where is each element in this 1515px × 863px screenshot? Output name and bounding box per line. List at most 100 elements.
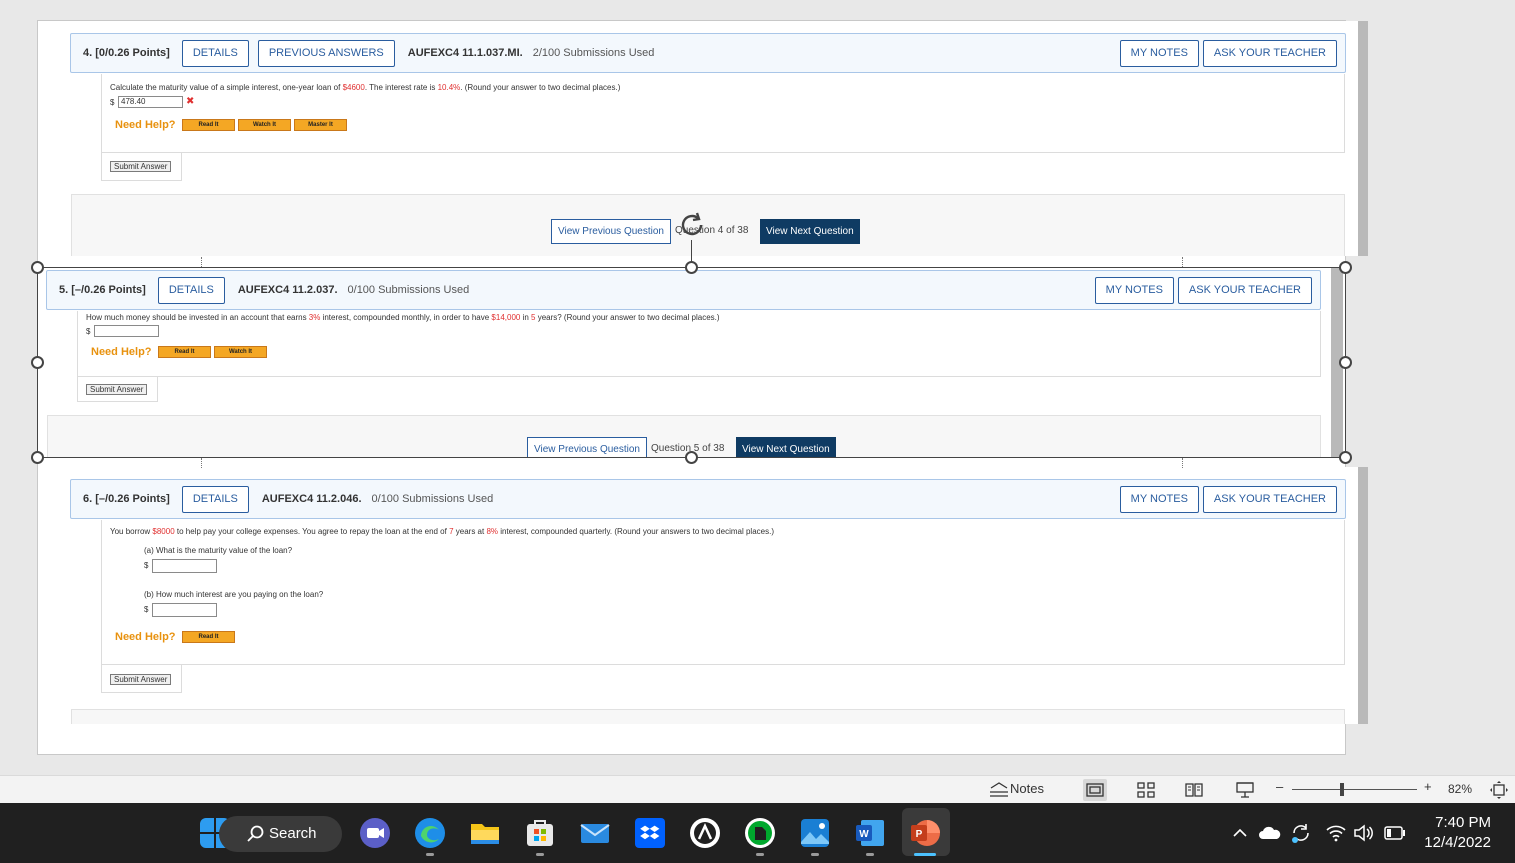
resize-handle-top-right[interactable]	[1339, 261, 1352, 274]
question-points: 5. [–/0.26 Points]	[59, 284, 146, 296]
app-circle-icon[interactable]	[688, 816, 722, 850]
mail-icon[interactable]	[578, 816, 612, 850]
master-it-button[interactable]: Master It	[294, 119, 347, 131]
fit-to-window-icon[interactable]	[1489, 780, 1509, 800]
scrollbar	[1358, 467, 1368, 724]
notes-icon	[990, 781, 1008, 797]
dollar-sign: $	[86, 327, 91, 336]
zoom-level[interactable]: 82%	[1448, 782, 1472, 796]
pasted-image-question-4[interactable]: 4. [0/0.26 Points] DETAILS PREVIOUS ANSW…	[70, 21, 1368, 256]
zoom-slider-track[interactable]	[1292, 789, 1417, 790]
wifi-icon[interactable]	[1326, 824, 1346, 842]
view-next-question-button[interactable]: View Next Question	[760, 219, 860, 244]
rotate-handle-icon[interactable]	[677, 210, 707, 240]
notes-button[interactable]: Notes	[988, 781, 1044, 798]
question-text: How much money should be invested in an …	[86, 313, 720, 322]
svg-text:W: W	[859, 829, 869, 840]
taskbar-search[interactable]: Search	[219, 816, 342, 852]
store-icon[interactable]	[523, 816, 557, 850]
smart-guide	[1182, 257, 1183, 267]
part-a-label: (a) What is the maturity value of the lo…	[144, 546, 293, 555]
volume-icon[interactable]	[1353, 824, 1373, 842]
previous-answers-button[interactable]: PREVIOUS ANSWERS	[257, 39, 395, 67]
running-indicator	[811, 853, 819, 856]
submit-answer-button[interactable]: Submit Answer	[86, 384, 148, 395]
details-button[interactable]: DETAILS	[157, 276, 225, 304]
submit-answer-button[interactable]: Submit Answer	[110, 161, 172, 172]
my-notes-button[interactable]: MY NOTES	[1094, 276, 1174, 304]
photos-icon[interactable]	[798, 816, 832, 850]
resize-handle-right[interactable]	[1339, 356, 1352, 369]
read-it-button[interactable]: Read It	[158, 346, 211, 358]
dollar-sign: $	[144, 605, 149, 614]
read-it-button[interactable]: Read It	[182, 631, 235, 643]
view-next-question-button[interactable]: View Next Question	[736, 437, 836, 457]
zoom-in-button[interactable]: +	[1424, 779, 1432, 794]
resize-handle-bottom[interactable]	[685, 451, 698, 464]
watch-it-button[interactable]: Watch It	[238, 119, 291, 131]
powerpoint-icon[interactable]: P	[908, 816, 942, 850]
question-code: AUFEXC4 11.1.037.MI.	[407, 47, 523, 59]
pasted-image-question-5[interactable]: 5. [–/0.26 Points] DETAILS AUFEXC4 11.2.…	[46, 267, 1343, 457]
slide-sorter-icon[interactable]	[1137, 782, 1155, 798]
normal-view-button[interactable]	[1083, 779, 1107, 801]
active-indicator	[914, 853, 936, 856]
svg-text:P: P	[916, 829, 923, 840]
view-previous-question-button[interactable]: View Previous Question	[551, 219, 671, 244]
ask-teacher-button[interactable]: ASK YOUR TEACHER	[1202, 39, 1337, 67]
file-explorer-icon[interactable]	[468, 816, 502, 850]
question-points: 6. [–/0.26 Points]	[83, 493, 170, 505]
running-indicator	[866, 853, 874, 856]
resize-handle-bottom-right[interactable]	[1339, 451, 1352, 464]
notes-label: Notes	[1010, 781, 1044, 796]
answer-input-b[interactable]	[152, 603, 217, 617]
resize-handle-top[interactable]	[685, 261, 698, 274]
sync-icon[interactable]	[1290, 822, 1312, 844]
question-code: AUFEXC4 11.2.037.	[237, 284, 338, 296]
resize-handle-top-left[interactable]	[31, 261, 44, 274]
header-right: MY NOTES ASK YOUR TEACHER	[1094, 276, 1320, 304]
chevron-up-icon[interactable]	[1232, 827, 1248, 839]
need-help-label: Need Help?	[91, 346, 152, 358]
resize-handle-left[interactable]	[31, 356, 44, 369]
pasted-image-question-6[interactable]: 6. [–/0.26 Points] DETAILS AUFEXC4 11.2.…	[70, 467, 1368, 724]
word-icon[interactable]: W	[853, 816, 887, 850]
smart-guide	[1182, 458, 1183, 468]
details-button[interactable]: DETAILS	[181, 485, 249, 513]
scrollbar	[1358, 21, 1368, 256]
onedrive-cloud-icon[interactable]	[1258, 825, 1282, 841]
question-header: 6. [–/0.26 Points] DETAILS AUFEXC4 11.2.…	[70, 479, 1346, 519]
my-notes-button[interactable]: MY NOTES	[1119, 39, 1199, 67]
ask-teacher-button[interactable]: ASK YOUR TEACHER	[1177, 276, 1312, 304]
smart-guide	[201, 458, 202, 468]
edge-icon[interactable]	[413, 816, 447, 850]
read-it-button[interactable]: Read It	[182, 119, 235, 131]
question-header: 5. [–/0.26 Points] DETAILS AUFEXC4 11.2.…	[46, 270, 1321, 310]
dollar-sign: $	[144, 561, 149, 570]
slideshow-icon[interactable]	[1236, 781, 1254, 799]
ask-teacher-button[interactable]: ASK YOUR TEACHER	[1202, 485, 1337, 513]
dropbox-icon[interactable]	[633, 816, 667, 850]
dollar-sign: $	[110, 98, 115, 107]
answer-input-a[interactable]	[152, 559, 217, 573]
evernote-icon[interactable]	[743, 816, 777, 850]
answer-input[interactable]: 478.40	[118, 96, 183, 108]
battery-icon[interactable]	[1384, 826, 1406, 840]
taskbar-clock[interactable]: 7:40 PM 12/4/2022	[1424, 813, 1491, 853]
submissions-used: 0/100 Submissions Used	[371, 493, 494, 505]
answer-input[interactable]	[94, 325, 159, 337]
zoom-out-button[interactable]: –	[1276, 779, 1283, 794]
running-indicator	[756, 853, 764, 856]
my-notes-button[interactable]: MY NOTES	[1119, 485, 1199, 513]
zoom-slider-thumb[interactable]	[1340, 783, 1344, 796]
reading-view-icon[interactable]	[1185, 782, 1203, 798]
header-right: MY NOTES ASK YOUR TEACHER	[1119, 39, 1345, 67]
running-indicator	[536, 853, 544, 856]
details-button[interactable]: DETAILS	[181, 39, 249, 67]
submit-answer-button[interactable]: Submit Answer	[110, 674, 172, 685]
view-previous-question-button[interactable]: View Previous Question	[527, 437, 647, 457]
resize-handle-bottom-left[interactable]	[31, 451, 44, 464]
need-help-label: Need Help?	[115, 119, 176, 131]
meet-icon[interactable]	[358, 816, 392, 850]
watch-it-button[interactable]: Watch It	[214, 346, 267, 358]
